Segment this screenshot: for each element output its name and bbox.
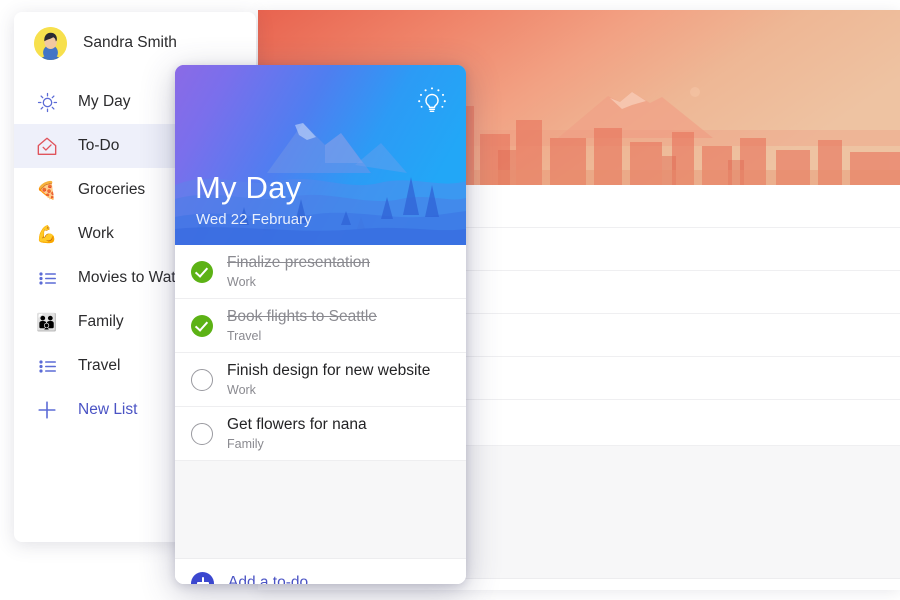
sidebar-item-label: Family [78, 313, 124, 330]
task-text-group: Get flowers for nana Family [227, 415, 367, 451]
list-item[interactable]: Get flowers for nana Family [175, 407, 466, 461]
my-day-hero-banner: My Day Wed 22 February [175, 65, 466, 245]
task-list-name: Travel [227, 328, 262, 343]
list-bullets-icon [34, 271, 60, 285]
task-title: Finish design for new website [227, 362, 431, 380]
sidebar-item-label: Groceries [78, 181, 146, 198]
task-list-name: Family [227, 436, 264, 451]
task-checkbox-checked[interactable] [191, 260, 213, 283]
flexed-bicep-emoji-icon: 💪 [36, 224, 58, 244]
app-screenshot: o practice or new clients at the garage … [0, 0, 900, 600]
list-bullets-icon-svg [38, 359, 56, 373]
sidebar-item-label: To-Do [78, 137, 120, 154]
task-text-group: Finish design for new website Work [227, 361, 430, 397]
sidebar-item-label: Travel [78, 357, 121, 374]
task-title: Book flights to Seattle [227, 308, 377, 326]
add-todo-button[interactable]: Add a to-do [175, 559, 466, 584]
plus-circle-icon [191, 571, 214, 584]
my-day-task-list: Finalize presentation Work Book flights … [175, 245, 466, 584]
task-title: Finalize presentation [227, 254, 371, 272]
list-item[interactable]: Finish design for new website Work [175, 353, 466, 407]
page-title: My Day [195, 170, 302, 205]
task-title: Get flowers for nana [227, 416, 367, 434]
task-checkbox-checked[interactable] [191, 314, 213, 337]
avatar [34, 26, 67, 60]
task-text-group: Book flights to Seattle Travel [227, 307, 377, 343]
profile-name: Sandra Smith [83, 34, 177, 51]
task-checkbox-unchecked[interactable] [191, 368, 213, 391]
pizza-emoji-icon: 🍕 [36, 180, 58, 200]
user-avatar-icon [34, 26, 67, 60]
card-date: Wed 22 February [196, 211, 312, 228]
plus-icon [34, 399, 60, 421]
list-bullets-icon [34, 359, 60, 373]
lightbulb-icon[interactable] [416, 85, 448, 117]
task-list-name: Work [227, 274, 256, 289]
task-text-group: Finalize presentation Work [227, 253, 370, 289]
add-todo-label: Add a to-do [228, 574, 309, 584]
sun-icon [34, 92, 60, 113]
home-check-icon [34, 136, 60, 157]
my-day-card: My Day Wed 22 February Finalize presenta… [175, 65, 466, 584]
list-item[interactable]: Book flights to Seattle Travel [175, 299, 466, 353]
family-emoji-icon: 👪 [36, 312, 58, 332]
sidebar-item-label: New List [78, 401, 138, 418]
task-list-name: Work [227, 382, 256, 397]
task-checkbox-unchecked[interactable] [191, 422, 213, 445]
sidebar-item-label: My Day [78, 93, 131, 110]
list-item[interactable]: Finalize presentation Work [175, 245, 466, 299]
card-empty-area [175, 461, 466, 559]
sidebar-item-label: Work [78, 225, 114, 242]
list-bullets-icon-svg [38, 271, 56, 285]
